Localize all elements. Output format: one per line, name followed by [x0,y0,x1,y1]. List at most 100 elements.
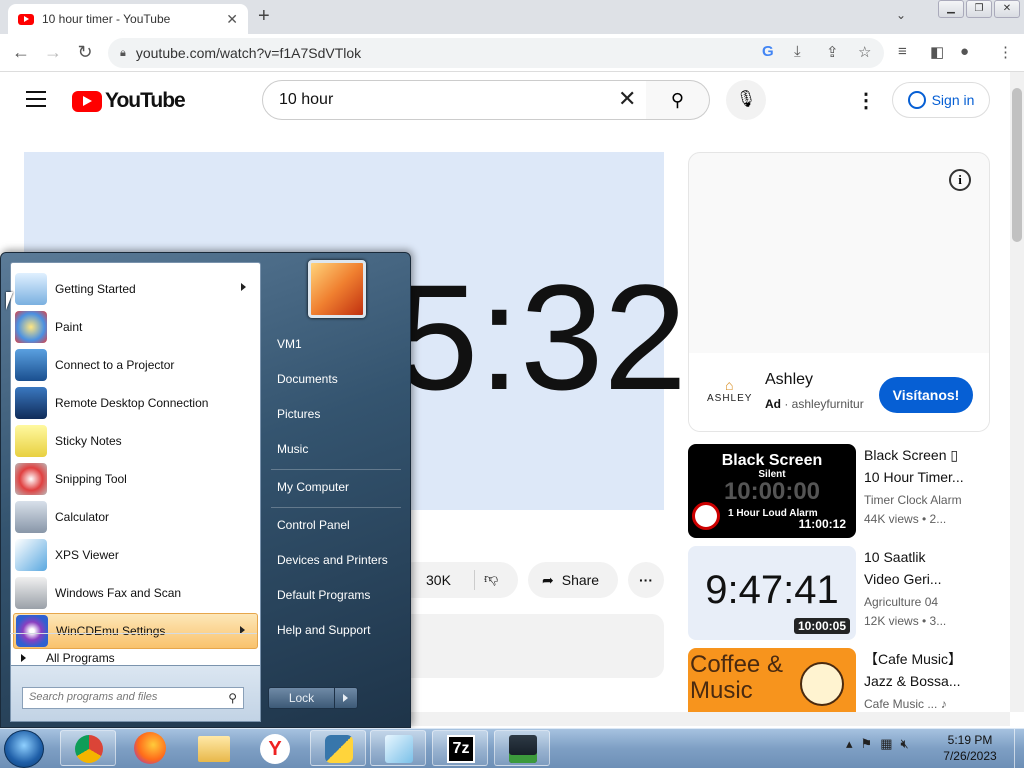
like-dislike-group[interactable]: 30K 👎︎ [396,562,518,598]
program-fax-scan[interactable]: Windows Fax and Scan [13,575,258,611]
chrome-menu-icon[interactable]: ⋮ [998,43,1013,61]
show-hidden-icons-icon[interactable]: ▴ [846,736,853,752]
bookmark-star-icon[interactable]: ☆ [858,43,871,61]
link-default-programs[interactable]: Default Programs [277,588,370,602]
share-button[interactable]: ➦ Share [528,562,618,598]
link-devices-printers[interactable]: Devices and Printers [277,553,388,567]
network-icon[interactable]: ▦ [880,736,892,752]
install-icon[interactable]: ⤓ [794,43,801,60]
program-paint[interactable]: Paint [13,309,258,345]
link-documents[interactable]: Documents [277,372,338,386]
tab-search-icon[interactable]: ⌄ [896,8,906,22]
taskbar-7zip[interactable]: 7z [432,730,488,766]
explorer-folder-icon[interactable] [198,736,230,762]
maximize-button[interactable]: ❐ [966,0,992,18]
recommended-video[interactable]: Black Screen Silent 10:00:00 1 Hour Loud… [688,444,990,538]
user-picture[interactable] [308,260,366,318]
hamburger-menu-icon[interactable] [26,91,46,112]
video-title-line-2[interactable]: 10 Hour Timer... [864,466,990,488]
taskbar-task-manager[interactable] [494,730,550,766]
video-title-line-1[interactable]: Black Screen ▯ [864,444,990,466]
minimize-button[interactable]: ▁ [938,0,964,18]
share-icon: ➦ [542,571,554,588]
forward-arrow-icon[interactable]: → [42,42,64,63]
program-connect-projector[interactable]: Connect to a Projector [13,347,258,383]
link-music[interactable]: Music [277,442,308,456]
program-sticky-notes[interactable]: Sticky Notes [13,423,258,459]
ad-info-icon[interactable]: i [949,169,971,191]
tab-title: 10 hour timer - YouTube [42,12,171,26]
start-button[interactable] [4,730,44,768]
all-programs-button[interactable]: All Programs [21,651,115,665]
ad-cta-button[interactable]: Visítanos! [879,377,973,413]
link-control-panel[interactable]: Control Panel [277,518,350,532]
browser-toolbar: ← → ↻ 🔒︎ youtube.com/watch?v=f1A7SdVTlok… [0,34,1024,72]
new-tab-button[interactable]: + [258,5,270,28]
program-getting-started[interactable]: Getting Started [13,271,258,307]
recommended-video[interactable]: Coffee & Music 【Cafe Music】 Jazz & Bossa… [688,648,990,712]
link-pictures[interactable]: Pictures [277,407,320,421]
video-channel[interactable]: Timer Clock Alarm [864,490,990,510]
search-button[interactable]: ⚲ [646,80,710,120]
recommended-video[interactable]: 9:47:41 10:00:05 10 Saatlik Video Geri..… [688,546,990,640]
close-window-button[interactable]: ✕ [994,0,1020,18]
program-wincdemu-settings[interactable]: WinCDEmu Settings [13,613,258,649]
action-center-icon[interactable]: ⚑ [861,736,873,752]
start-search-input[interactable]: Search programs and files ⚲ [22,687,244,709]
video-title-line-1[interactable]: 10 Saatlik [864,546,990,568]
program-calculator[interactable]: Calculator [13,499,258,535]
all-programs-label: All Programs [46,651,115,665]
thumb-timer-text: 9:47:41 [705,568,839,612]
taskbar-notepad[interactable] [370,730,426,766]
side-panel-icon[interactable]: ◧ [930,43,944,61]
volume-muted-icon[interactable]: 🔇︎ [900,736,908,752]
reload-icon[interactable]: ↻ [74,42,96,63]
media-control-icon[interactable]: ≡ [898,43,907,60]
description-box[interactable] [396,614,664,678]
more-actions-button[interactable]: ··· [628,562,664,598]
dislike-icon[interactable]: 👎︎ [484,570,498,587]
back-arrow-icon[interactable]: ← [10,42,32,63]
search-input[interactable]: 10 hour [262,80,648,120]
link-help-support[interactable]: Help and Support [277,623,370,637]
program-xps-viewer[interactable]: XPS Viewer [13,537,258,573]
program-snipping-tool[interactable]: Snipping Tool [13,461,258,497]
youtube-logo[interactable]: YouTube [72,89,186,113]
taskbar-chrome[interactable] [60,730,116,766]
browser-tab[interactable]: 10 hour timer - YouTube ✕ [8,4,248,34]
taskbar-python[interactable] [310,730,366,766]
search-icon[interactable]: ⚲ [228,691,237,705]
video-title-line-1[interactable]: 【Cafe Music】 [864,648,990,670]
sign-in-button[interactable]: Sign in [892,82,990,118]
lock-label[interactable]: Lock [269,688,335,708]
google-lens-icon[interactable]: G [762,43,774,60]
profile-icon[interactable]: ● [960,43,969,60]
video-title-line-2[interactable]: Jazz & Bossa... [864,670,990,692]
lock-button[interactable]: Lock [268,687,358,709]
show-desktop-button[interactable] [1014,729,1024,768]
link-my-computer[interactable]: My Computer [277,480,349,494]
yandex-icon[interactable]: Y [260,734,290,764]
clock-time: 5:19 PM [947,733,993,747]
fax-icon [15,577,47,609]
settings-menu-icon[interactable]: ⋮ [856,88,876,113]
video-channel[interactable]: Cafe Music ... ♪ [864,694,990,712]
video-channel[interactable]: Agriculture 04 [864,592,990,612]
program-remote-desktop[interactable]: Remote Desktop Connection [13,385,258,421]
clear-search-icon[interactable]: ✕ [618,86,636,112]
firefox-icon[interactable] [134,732,166,764]
menu-divider [271,507,401,508]
vertical-scroll-thumb[interactable] [1012,88,1022,242]
video-thumbnail[interactable]: Coffee & Music [688,648,856,712]
close-tab-button[interactable]: ✕ [226,11,238,28]
sidebar-ad[interactable]: i ⌂ ASHLEY Ashley Ad · ashleyfurnitur Vis… [688,152,990,432]
link-vm1[interactable]: VM1 [277,337,302,351]
video-thumbnail[interactable]: Black Screen Silent 10:00:00 1 Hour Loud… [688,444,856,538]
shutdown-options-arrow-icon[interactable] [335,688,357,708]
video-thumbnail[interactable]: 9:47:41 10:00:05 [688,546,856,640]
voice-search-button[interactable]: 🎙︎ [726,80,766,120]
taskbar-clock[interactable]: 5:19 PM 7/26/2023 [930,732,1010,764]
video-title-line-2[interactable]: Video Geri... [864,568,990,590]
share-page-icon[interactable]: ⇪ [826,43,839,61]
submenu-arrow-icon [241,283,246,291]
